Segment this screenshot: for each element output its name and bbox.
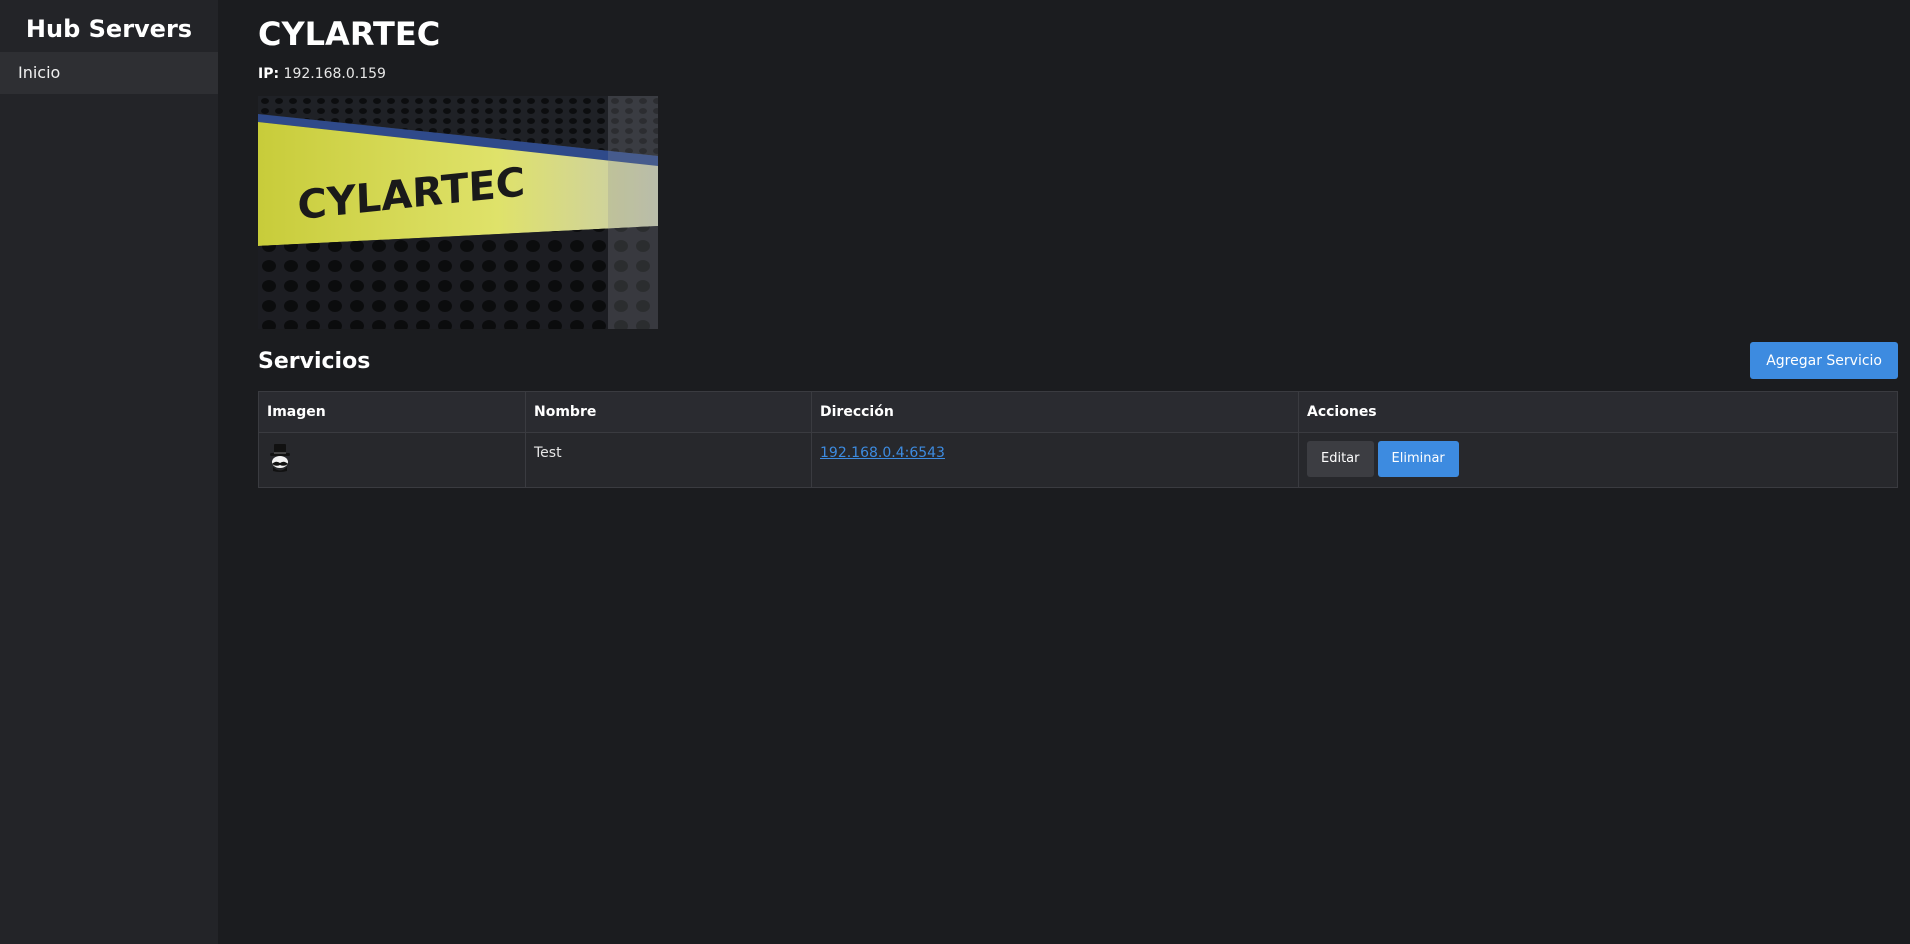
server-photo: CYLARTEC xyxy=(258,96,658,329)
service-address-link[interactable]: 192.168.0.4:6543 xyxy=(820,445,945,461)
page-title: CYLARTEC xyxy=(258,15,441,53)
services-title: Servicios xyxy=(258,349,371,374)
service-name-cell: Test xyxy=(525,432,812,488)
column-header-acciones: Acciones xyxy=(1298,391,1898,433)
add-service-button[interactable]: Agregar Servicio xyxy=(1750,342,1898,379)
delete-button[interactable]: Eliminar xyxy=(1377,441,1459,477)
ip-label: IP: xyxy=(258,66,280,82)
services-table: Imagen Nombre Dirección Acciones Test 19… xyxy=(258,391,1898,488)
service-image-cell xyxy=(258,432,526,488)
column-header-direccion: Dirección xyxy=(811,391,1299,433)
server-ip: IP: 192.168.0.159 xyxy=(258,66,1898,82)
brand-title: Hub Servers xyxy=(25,15,193,43)
column-header-nombre: Nombre xyxy=(525,391,812,433)
edit-button[interactable]: Editar xyxy=(1307,441,1374,477)
main-content: CYLARTEC IP: 192.168.0.159 CYLARTEC Serv… xyxy=(258,0,1898,488)
service-name: Test xyxy=(534,445,562,461)
sidebar-item-inicio[interactable]: Inicio xyxy=(0,52,218,94)
column-header-imagen: Imagen xyxy=(258,391,526,433)
hat-mustache-icon xyxy=(270,444,290,472)
ip-value: 192.168.0.159 xyxy=(283,66,386,82)
service-actions-cell: Editar Eliminar xyxy=(1298,432,1898,488)
sidebar: Hub Servers Inicio xyxy=(0,0,218,944)
table-header-row: Imagen Nombre Dirección Acciones xyxy=(258,391,1898,433)
table-row: Test 192.168.0.4:6543 Editar Eliminar xyxy=(258,432,1898,488)
services-header: Servicios Agregar Servicio xyxy=(258,339,1898,391)
service-address-cell: 192.168.0.4:6543 xyxy=(811,432,1299,488)
